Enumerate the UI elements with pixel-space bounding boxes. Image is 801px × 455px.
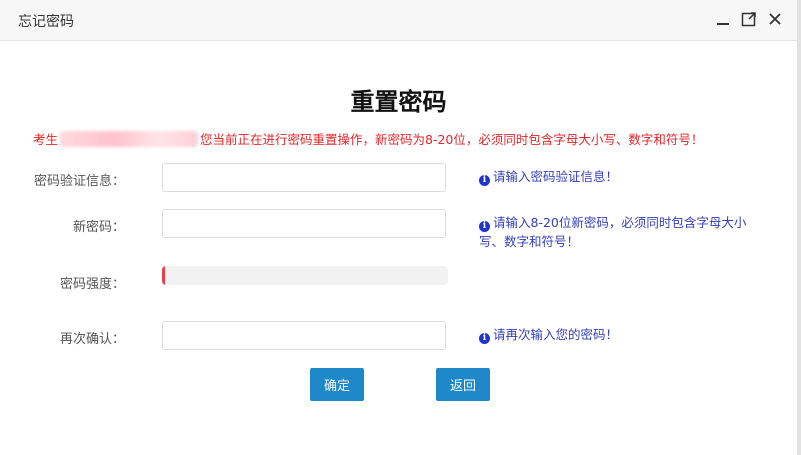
verify-input[interactable] xyxy=(162,163,446,192)
window-title: 忘记密码 xyxy=(18,14,74,30)
notice-prefix: 考生 xyxy=(33,132,59,147)
info-icon: i xyxy=(479,333,490,344)
verify-hint-text: 请输入密码验证信息！ xyxy=(493,169,619,184)
new-password-hint-text: 请输入8-20位新密码，必须同时包含字母大小写、数字和符号！ xyxy=(479,215,747,249)
notice-message: 您当前正在进行密码重置操作，新密码为8-20位，必须同时包含字母大小写、数字和符… xyxy=(200,132,704,147)
back-button[interactable]: 返回 xyxy=(436,368,490,401)
window-titlebar: 忘记密码 xyxy=(0,0,797,41)
strength-label: 密码强度： xyxy=(59,277,125,292)
confirm-hint-text: 请再次输入您的密码！ xyxy=(493,327,619,342)
window-edge xyxy=(797,0,801,455)
password-strength-bar xyxy=(162,266,448,285)
new-password-hint: i 请输入8-20位新密码，必须同时包含字母大小写、数字和符号！ xyxy=(479,213,764,251)
page-title: 重置密码 xyxy=(350,88,447,116)
close-icon[interactable] xyxy=(767,11,783,27)
maximize-icon[interactable] xyxy=(741,11,757,27)
redacted-name xyxy=(60,130,199,147)
new-password-label: 新密码： xyxy=(72,220,125,235)
reset-notice: 考生 您当前正在进行密码重置操作，新密码为8-20位，必须同时包含字母大小写、数… xyxy=(33,129,703,148)
confirm-password-input[interactable] xyxy=(162,321,446,350)
new-password-input[interactable] xyxy=(162,209,446,238)
confirm-label: 再次确认： xyxy=(59,332,125,347)
ok-button[interactable]: 确定 xyxy=(310,368,364,401)
verify-label: 密码验证信息： xyxy=(33,174,125,189)
verify-hint: i 请输入密码验证信息！ xyxy=(479,167,764,186)
confirm-hint: i 请再次输入您的密码！ xyxy=(479,325,764,344)
minimize-icon[interactable] xyxy=(715,11,731,27)
info-icon: i xyxy=(479,221,490,232)
info-icon: i xyxy=(479,175,490,186)
strength-fill xyxy=(162,266,165,285)
